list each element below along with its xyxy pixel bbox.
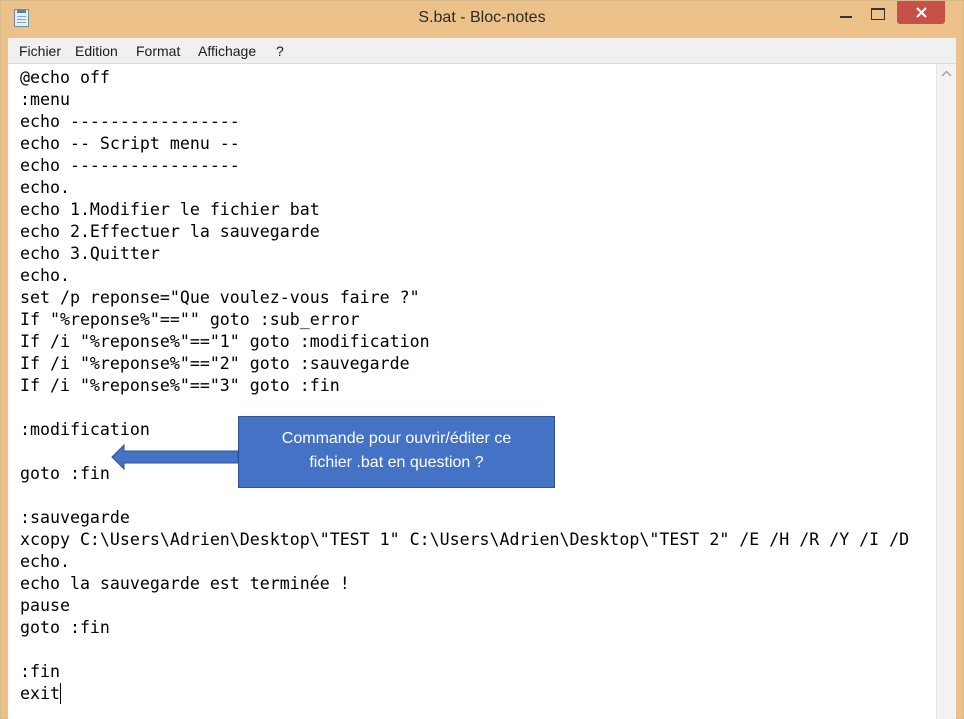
code-line: If /i "%reponse%"=="2" goto :sauvegarde <box>20 354 410 373</box>
code-line: @echo off <box>20 68 110 87</box>
minimize-icon <box>840 16 852 18</box>
menu-bar: Fichier Edition Format Affichage ? <box>8 38 956 64</box>
close-button[interactable] <box>897 1 945 24</box>
code-line: echo 2.Effectuer la sauvegarde <box>20 222 320 241</box>
code-line: echo ----------------- <box>20 156 240 175</box>
code-line: If /i "%reponse%"=="1" goto :modificatio… <box>20 332 430 351</box>
scroll-up-arrow-icon[interactable] <box>941 70 952 77</box>
code-line: echo -- Script menu -- <box>20 134 240 153</box>
code-line: If "%reponse%"=="" goto :sub_error <box>20 310 360 329</box>
minimize-button[interactable] <box>831 1 861 28</box>
code-line: If /i "%reponse%"=="3" goto :fin <box>20 376 340 395</box>
title-bar[interactable]: S.bat - Bloc-notes <box>1 1 963 38</box>
callout-line-2: fichier .bat en question ? <box>309 454 484 471</box>
window-title: S.bat - Bloc-notes <box>418 9 546 26</box>
vertical-scrollbar[interactable] <box>936 64 956 719</box>
code-line: echo. <box>20 178 70 197</box>
maximize-icon <box>871 8 885 20</box>
callout-line-1: Commande pour ouvrir/éditer ce <box>281 430 512 447</box>
code-line: :fin <box>20 662 60 681</box>
code-line: :sauvegarde <box>20 508 130 527</box>
code-line: set /p reponse="Que voulez-vous faire ?" <box>20 288 420 307</box>
menu-format[interactable]: Format <box>136 43 180 59</box>
notepad-window: S.bat - Bloc-notes Fichier Edition Forma… <box>0 0 964 719</box>
code-line: echo 1.Modifier le fichier bat <box>20 200 320 219</box>
close-icon <box>916 7 927 18</box>
editor-content[interactable]: @echo off :menu echo ----------------- echo… <box>20 67 909 705</box>
code-line: echo ----------------- <box>20 112 240 131</box>
menu-edition[interactable]: Edition <box>75 43 118 59</box>
code-line: xcopy C:\Users\Adrien\Desktop\"TEST 1" C… <box>20 530 910 549</box>
menu-fichier[interactable]: Fichier <box>19 43 61 59</box>
code-line: goto :fin <box>20 618 110 637</box>
text-editor[interactable]: @echo off :menu echo ----------------- echo… <box>8 64 956 719</box>
code-line: echo. <box>20 266 70 285</box>
code-line: echo. <box>20 552 70 571</box>
code-line: echo 3.Quitter <box>20 244 160 263</box>
left-arrow-shape <box>111 444 239 470</box>
code-line: pause <box>20 596 70 615</box>
code-line: echo la sauvegarde est terminée ! <box>20 574 350 593</box>
code-line: :menu <box>20 90 70 109</box>
annotation-callout: Commande pour ouvrir/éditer ce fichier .… <box>238 416 555 488</box>
menu-help[interactable]: ? <box>276 43 284 59</box>
menu-affichage[interactable]: Affichage <box>198 43 256 59</box>
code-line: exit <box>20 684 60 703</box>
maximize-button[interactable] <box>863 1 893 28</box>
text-cursor <box>60 683 61 704</box>
